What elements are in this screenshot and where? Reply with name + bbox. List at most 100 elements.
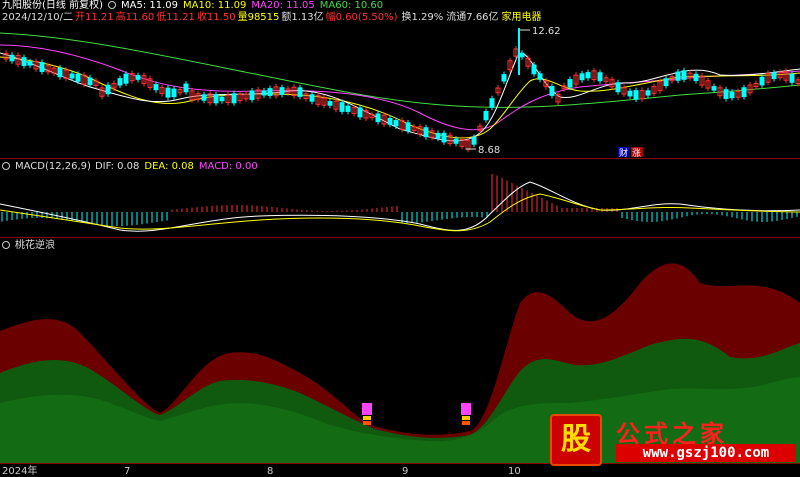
candlesticks (3, 28, 800, 153)
badge-rise: 涨 (632, 148, 641, 157)
quote-float-cap: 流通7.66亿 (446, 12, 499, 23)
dif-line (0, 181, 800, 232)
macd-settings-icon[interactable] (2, 162, 10, 170)
candle-body (567, 79, 573, 88)
high-marker: 12.62 (520, 26, 561, 37)
x-axis-label-2024: 2024年 (2, 466, 38, 477)
candle-body (69, 73, 75, 79)
candle-body (165, 87, 171, 98)
macd-chart[interactable] (0, 174, 800, 236)
candle-body (249, 90, 255, 101)
stock-name: 九阳股份(日线 前复权) (2, 0, 103, 11)
candle-body (597, 72, 603, 82)
candle-body (393, 120, 399, 127)
candle-body (375, 113, 381, 123)
ma5-label: MA5: 11.09 (120, 0, 178, 11)
macd-histogram (1, 174, 798, 226)
price-header: 九阳股份(日线 前复权) MA5: 11.09 MA10: 11.09 MA20: 1… (2, 0, 388, 12)
candle-body (405, 122, 411, 132)
quote-date: 2024/12/10/二 (2, 12, 74, 23)
ma60-label: MA60: 10.60 (319, 0, 384, 11)
candle-body (39, 62, 45, 72)
event-badges[interactable]: 财 涨 (618, 147, 643, 157)
candle-body (519, 52, 525, 58)
quote-turnover: 换1.29% (401, 12, 444, 23)
candle-body (483, 110, 489, 121)
candle-body (171, 88, 177, 98)
candle-body (537, 73, 543, 80)
candle-body (219, 96, 225, 102)
candle-body (549, 86, 555, 96)
candle-body (117, 78, 123, 86)
candle-body (441, 132, 447, 143)
candle-body (57, 67, 63, 78)
candle-body (105, 84, 111, 95)
candle-body (501, 74, 507, 82)
candle-body (759, 76, 765, 86)
candle-body (183, 83, 189, 93)
price-macd-divider (0, 158, 800, 159)
candle-body (453, 138, 459, 144)
candle-body (135, 75, 141, 80)
signal-marker-2[interactable] (461, 403, 471, 425)
quote-high: 高11.60 (115, 12, 155, 23)
candle-body (387, 118, 393, 125)
low-marker-text: 8.68 (478, 145, 500, 156)
candle-body (531, 64, 537, 75)
candle-body (123, 73, 129, 84)
candle-body (723, 89, 729, 99)
quote-industry: 家用电器 (501, 12, 542, 23)
candle-body (357, 107, 363, 118)
dea-line (0, 193, 800, 232)
candle-body (741, 87, 747, 98)
candle-body (711, 86, 717, 91)
candle-body (327, 101, 333, 106)
candle-body (615, 82, 621, 93)
macd-dif: DIF: 0.08 (94, 161, 140, 172)
quote-amount: 额1.13亿 (281, 12, 324, 23)
quote-low: 低11.21 (156, 12, 195, 23)
candle-body (633, 90, 639, 100)
candle-body (279, 87, 285, 95)
candle-body (771, 72, 777, 80)
x-axis-label-jul: 7 (124, 466, 131, 477)
settings-icon[interactable] (107, 1, 116, 9)
candle-body (87, 77, 93, 86)
candle-body (663, 78, 669, 87)
high-marker-text: 12.62 (532, 26, 561, 37)
candle-body (297, 87, 303, 97)
price-chart[interactable]: 12.62 8.68 财 涨 (0, 25, 800, 157)
indicator-header: 桃花逆浪 (2, 240, 60, 252)
candle-body (789, 73, 795, 83)
candle-body (489, 98, 495, 108)
x-axis-label-aug: 8 (267, 466, 274, 477)
ma20-label: MA20: 11.05 (251, 0, 315, 11)
candle-body (423, 127, 429, 138)
macd-indicator-divider (0, 237, 800, 238)
signal-marker-1[interactable] (362, 403, 372, 425)
candle-body (153, 84, 159, 91)
candle-body (261, 90, 267, 96)
candle-body (729, 91, 735, 99)
badge-finance: 财 (619, 147, 628, 157)
candle-body (339, 102, 345, 112)
candle-body (9, 54, 15, 62)
candle-body (471, 136, 477, 145)
quote-open: 开11.21 (75, 12, 114, 23)
candle-body (213, 94, 219, 104)
quote-change: 幅0.60(5.50%) (325, 12, 398, 23)
quote-line: 2024/12/10/二 开11.21 高11.60 低11.21 收11.50 量985… (2, 12, 547, 24)
x-axis-label-oct: 10 (508, 466, 521, 477)
candle-body (27, 61, 33, 66)
macd-value: MACD: 0.00 (198, 161, 258, 172)
indicator-name: 桃花逆浪 (15, 240, 55, 251)
candle-body (693, 73, 699, 82)
candle-body (345, 105, 351, 112)
indicator-settings-icon[interactable] (2, 241, 10, 249)
ma10-label: MA10: 11.09 (183, 0, 247, 11)
candle-body (585, 72, 591, 79)
low-marker: 8.68 (466, 145, 500, 156)
candle-body (435, 132, 441, 139)
candle-body (645, 90, 651, 96)
candle-body (675, 71, 681, 81)
